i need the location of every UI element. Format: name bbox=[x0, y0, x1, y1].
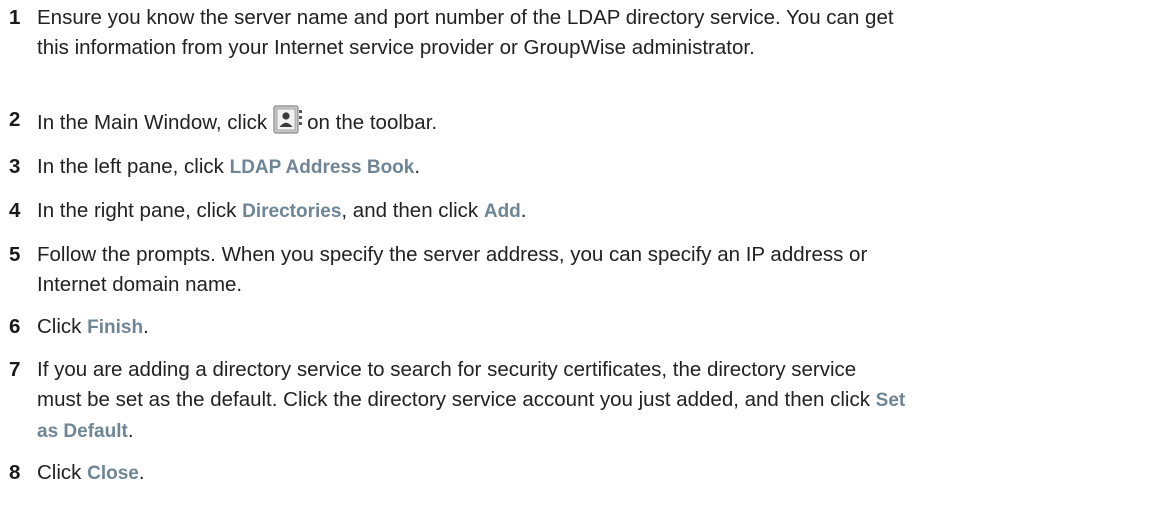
step-text-after: . bbox=[138, 461, 145, 484]
step-text-line: Follow the prompts. When you specify the… bbox=[37, 243, 868, 266]
ui-label-set-as-default: as Default bbox=[37, 421, 128, 442]
step-number: 3 bbox=[9, 155, 21, 178]
step-number: 2 bbox=[9, 108, 21, 131]
step-text-before: In the left pane, click bbox=[37, 155, 224, 178]
step-text-after: on the toolbar. bbox=[307, 111, 438, 134]
step-text-after: . bbox=[143, 315, 149, 338]
step-text: Click Close. bbox=[37, 458, 1155, 489]
ui-label-add: Add bbox=[483, 201, 521, 222]
step-number: 5 bbox=[9, 243, 21, 266]
step-text: Click Finish. bbox=[37, 312, 1155, 343]
step-text: Follow the prompts. When you specify the… bbox=[37, 240, 1155, 300]
step-text: In the left pane, click LDAP Address Boo… bbox=[37, 152, 1155, 183]
step-text-after: . bbox=[520, 199, 527, 222]
step-text-line: Internet domain name. bbox=[37, 273, 243, 296]
step-number: 8 bbox=[9, 461, 21, 484]
step-text-before: In the Main Window, click bbox=[37, 111, 268, 134]
step-text-before: Click bbox=[37, 461, 82, 484]
step-text-line: If you are adding a directory service to… bbox=[37, 358, 857, 381]
ui-label-ldap-address-book: LDAP Address Book bbox=[229, 157, 415, 178]
step-text: In the right pane, click Directories, an… bbox=[37, 196, 1155, 227]
ui-label-directories: Directories bbox=[242, 201, 342, 222]
step-text-before: In the right pane, click bbox=[37, 199, 237, 222]
step-number: 4 bbox=[9, 199, 21, 222]
address-book-icon bbox=[273, 105, 303, 135]
ui-label-set-as-default: Set bbox=[875, 390, 906, 411]
step-text-line: this information from your Internet serv… bbox=[37, 36, 755, 59]
step-text-after: . bbox=[127, 419, 134, 442]
ui-label-finish: Finish bbox=[87, 317, 144, 338]
step-text-middle: , and then click bbox=[341, 199, 479, 222]
step-text-after: . bbox=[414, 155, 421, 178]
step-text: Ensure you know the server name and port… bbox=[37, 3, 1155, 63]
step-text-before: Click bbox=[37, 315, 82, 338]
step-number: 1 bbox=[9, 6, 21, 29]
step-text: In the Main Window, click on the toolbar… bbox=[37, 105, 1155, 138]
step-text-line: must be set as the default. Click the di… bbox=[37, 388, 870, 411]
step-text: If you are adding a directory service to… bbox=[37, 355, 1155, 447]
step-number: 6 bbox=[9, 315, 21, 338]
ui-label-close: Close bbox=[87, 463, 139, 484]
step-text-line: Ensure you know the server name and port… bbox=[37, 6, 894, 29]
step-number: 7 bbox=[9, 358, 21, 381]
